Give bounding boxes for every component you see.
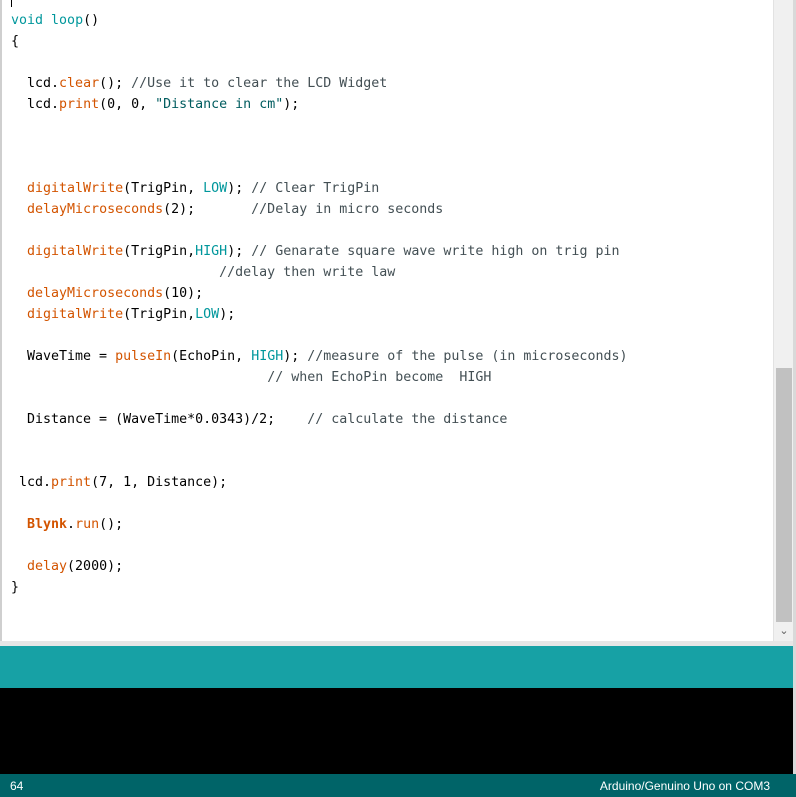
code-token: pulseIn (115, 349, 172, 364)
code-line: digitalWrite(TrigPin, LOW); // Clear Tri… (11, 178, 379, 199)
code-token: (); (99, 76, 132, 91)
code-token: } (11, 580, 20, 595)
code-line: lcd.print(0, 0, "Distance in cm"); (11, 94, 299, 115)
code-token: ); (283, 97, 300, 112)
text-caret (11, 0, 12, 7)
code-token: (2); (163, 202, 252, 217)
code-token: delayMicroseconds (27, 286, 164, 301)
code-token: LOW (203, 181, 228, 196)
code-token: //Delay in micro seconds (251, 202, 444, 217)
code-token: . (67, 517, 76, 532)
code-token: (7, 1, Distance); (91, 475, 228, 490)
code-token: digitalWrite (27, 244, 124, 259)
editor-left-border (0, 0, 2, 688)
code-line: // when EchoPin become HIGH (11, 367, 491, 388)
code-token: HIGH (251, 349, 284, 364)
code-token: ); (227, 244, 252, 259)
code-line: } (11, 577, 19, 598)
code-line: //delay then write law (11, 262, 395, 283)
code-token: () (83, 13, 100, 28)
board-info: Arduino/Genuino Uno on COM3 (599, 779, 770, 793)
code-line: Distance = (WaveTime*0.0343)/2; // calcu… (11, 409, 507, 430)
line-number: 64 (10, 779, 24, 793)
chevron-down-icon[interactable]: ⌄ (774, 622, 794, 640)
code-token: lcd. (11, 475, 52, 490)
code-token: lcd. (11, 97, 60, 112)
code-line: WaveTime = pulseIn(EchoPin, HIGH); //mea… (11, 346, 627, 367)
code-token: digitalWrite (27, 181, 124, 196)
console-output[interactable] (0, 688, 793, 774)
code-token: delay (27, 559, 68, 574)
code-token: // Genarate square wave write high on tr… (251, 244, 620, 259)
code-token: //delay then write law (219, 265, 396, 280)
code-token: WaveTime = (11, 349, 116, 364)
code-token: ); (219, 307, 236, 322)
code-token: loop (51, 13, 84, 28)
code-token: lcd. (11, 76, 60, 91)
code-line: lcd.print(7, 1, Distance); (11, 472, 227, 493)
code-token: print (59, 97, 100, 112)
code-line: delayMicroseconds(2); //Delay in micro s… (11, 199, 443, 220)
code-line: void loop() (11, 10, 99, 31)
code-line: lcd.clear(); //Use it to clear the LCD W… (11, 73, 387, 94)
code-token: Distance = (WaveTime*0.0343)/2; (11, 412, 308, 427)
code-token: ); (227, 181, 252, 196)
code-token: (); (99, 517, 124, 532)
scrollbar-thumb[interactable] (776, 368, 792, 622)
code-token: (10); (163, 286, 204, 301)
code-editor[interactable]: void loop(){ lcd.clear(); //Use it to cl… (0, 0, 773, 641)
code-token: void (11, 13, 44, 28)
code-line: { (11, 31, 19, 52)
code-token: // when EchoPin become HIGH (267, 370, 492, 385)
code-token: print (51, 475, 92, 490)
code-token: clear (59, 76, 100, 91)
code-line: delayMicroseconds(10); (11, 283, 203, 304)
code-token: (TrigPin, (123, 307, 196, 322)
code-token: Blynk (27, 517, 68, 532)
code-token: { (11, 34, 20, 49)
code-line: delay(2000); (11, 556, 123, 577)
code-token: delayMicroseconds (27, 202, 164, 217)
code-token: // Clear TrigPin (251, 181, 380, 196)
status-bar: 64 Arduino/Genuino Uno on COM3 (0, 774, 796, 797)
code-token: "Distance in cm" (155, 97, 284, 112)
code-token: // calculate the distance (307, 412, 508, 427)
code-token: HIGH (195, 244, 228, 259)
code-token: //Use it to clear the LCD Widget (131, 76, 388, 91)
code-token: (TrigPin, (123, 181, 204, 196)
vertical-scrollbar[interactable]: ⌄ (773, 0, 793, 641)
code-line: digitalWrite(TrigPin,LOW); (11, 304, 235, 325)
code-token: (0, 0, (99, 97, 156, 112)
code-token: (2000); (67, 559, 124, 574)
code-token: digitalWrite (27, 307, 124, 322)
code-line: Blynk.run(); (11, 514, 123, 535)
message-bar (0, 646, 793, 688)
code-token: //measure of the pulse (in microseconds) (307, 349, 628, 364)
code-token: run (75, 517, 100, 532)
code-token: LOW (195, 307, 220, 322)
code-token: ); (283, 349, 308, 364)
code-line: digitalWrite(TrigPin,HIGH); // Genarate … (11, 241, 619, 262)
code-token: (TrigPin, (123, 244, 196, 259)
code-token: (EchoPin, (171, 349, 252, 364)
